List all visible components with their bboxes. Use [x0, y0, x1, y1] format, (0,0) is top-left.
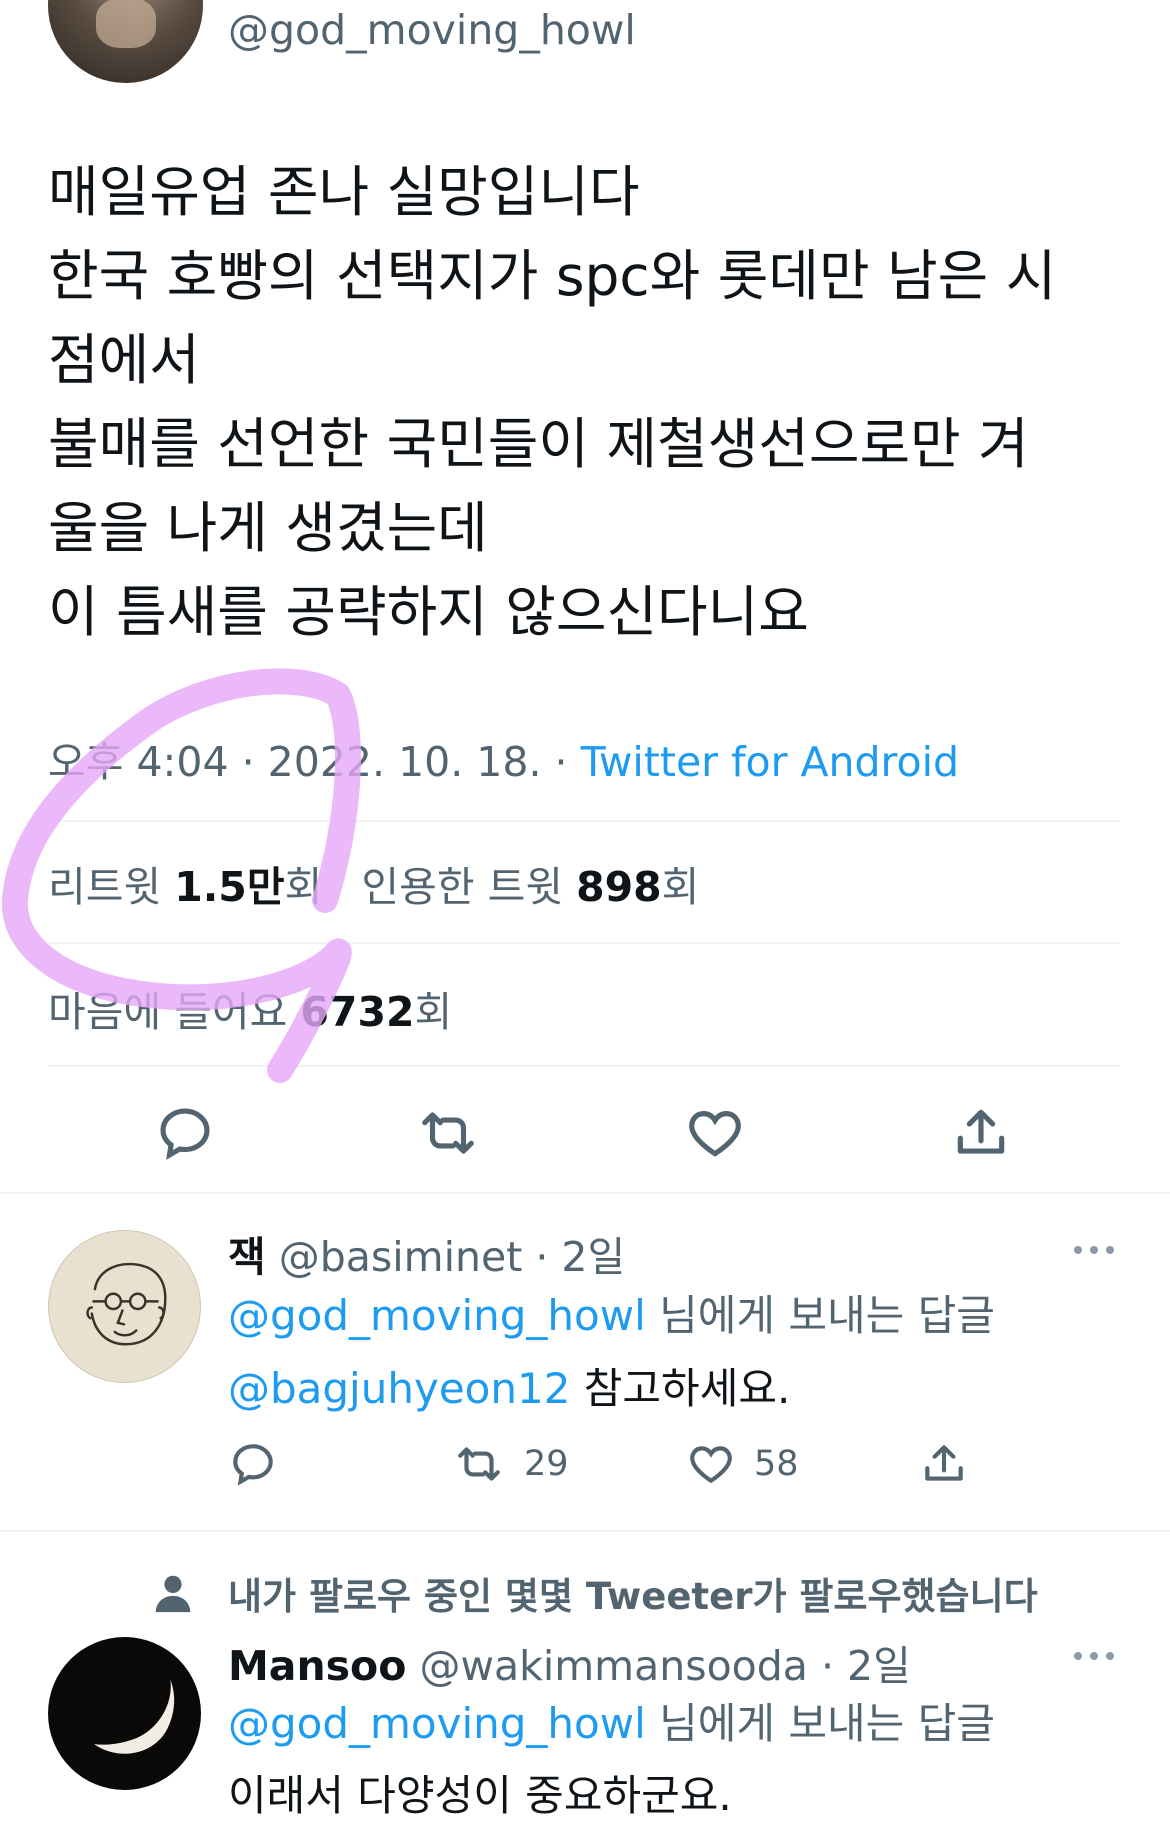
reply-reply-button[interactable]	[225, 1436, 281, 1492]
tweet-text: 매일유업 존나 실망입니다 한국 호빵의 선택지가 spc와 롯데만 남은 시 …	[48, 150, 1056, 654]
divider	[48, 820, 1120, 822]
reply-time: · 2일	[820, 1642, 911, 1690]
more-icon	[1074, 1246, 1114, 1254]
likes-stat[interactable]: 마음에 들어요 6732회	[48, 978, 452, 1038]
like-count: 6732	[300, 988, 415, 1036]
reply-author-name[interactable]: 잭	[228, 1233, 266, 1281]
section-divider	[0, 1530, 1170, 1532]
tweet-date: 2022. 10. 18.	[267, 738, 542, 786]
reply-like-button[interactable]: 58	[686, 1436, 799, 1492]
tweet-text-line: 매일유업 존나 실망입니다	[48, 160, 640, 224]
share-button[interactable]	[946, 1098, 1016, 1168]
person-icon	[150, 1570, 196, 1616]
tweet-text-line: 한국 호빵의 선택지가 spc와 롯데만 남은 시	[48, 244, 1057, 308]
reply-mention[interactable]: @bagjuhyeon12	[228, 1364, 570, 1413]
reply-retweet-count: 29	[524, 1444, 569, 1484]
reply-header: Mansoo @wakimmansooda · 2일	[228, 1632, 911, 1692]
replying-to: @god_moving_howl 님에게 보내는 답글	[228, 1291, 995, 1340]
retweet-quote-stats: 리트윗 1.5만회 인용한 트윗 898회	[48, 853, 699, 913]
quote-count: 898	[576, 863, 662, 911]
reply-button[interactable]	[150, 1098, 220, 1168]
divider	[48, 942, 1120, 944]
reply-author-handle[interactable]: @wakimmansooda	[419, 1642, 807, 1690]
reply-like-count: 58	[754, 1444, 799, 1484]
more-icon	[1074, 1652, 1114, 1660]
reply-author-handle[interactable]: @basiminet	[279, 1233, 523, 1281]
retweet-icon	[422, 1112, 474, 1154]
tweet-meta: 오후 4:04 · 2022. 10. 18. · Twitter for An…	[48, 738, 959, 786]
author-avatar[interactable]	[48, 0, 203, 83]
tweet-source-link[interactable]: Twitter for Android	[581, 738, 959, 786]
retweet-count: 1.5만	[174, 863, 285, 911]
section-divider	[0, 1192, 1170, 1194]
like-icon	[690, 1446, 732, 1484]
retweet-icon	[458, 1447, 500, 1481]
replying-to-mention[interactable]: @god_moving_howl	[228, 1291, 646, 1340]
tweet-text-line: 점에서	[48, 328, 200, 392]
author-handle[interactable]: @god_moving_howl	[228, 6, 636, 54]
replying-to: @god_moving_howl 님에게 보내는 답글	[228, 1699, 995, 1748]
reply-retweet-button[interactable]: 29	[452, 1436, 569, 1492]
reply-time: · 2일	[535, 1233, 626, 1281]
tweet-text-line: 이 틈새를 공략하지 않으신다니요	[48, 580, 809, 644]
reply-icon	[233, 1444, 273, 1486]
reply-avatar[interactable]	[48, 1637, 201, 1790]
social-context: 내가 팔로우 중인 몇몇 Tweeter가 팔로우했습니다	[228, 1575, 1038, 1618]
reply-author-name[interactable]: Mansoo	[228, 1642, 406, 1690]
more-options-button[interactable]	[1064, 1636, 1124, 1676]
crescent-moon-avatar-image	[93, 1679, 175, 1754]
like-button[interactable]	[680, 1098, 750, 1168]
doodle-face-avatar-image	[86, 1262, 167, 1346]
tweet-text-line: 울을 나게 생겼는데	[48, 496, 488, 560]
reply-header: 잭 @basiminet · 2일	[228, 1223, 625, 1283]
share-icon	[957, 1109, 1005, 1154]
reply-share-button[interactable]	[916, 1436, 972, 1492]
share-icon	[925, 1445, 963, 1481]
tweet-text-line: 불매를 선언한 국민들이 제철생선으로만 겨	[48, 412, 1029, 476]
quote-tweets-stat[interactable]: 인용한 트윗 898회	[361, 863, 699, 911]
reply-text: @bagjuhyeon12 참고하세요.	[228, 1364, 791, 1413]
replying-to-mention[interactable]: @god_moving_howl	[228, 1699, 646, 1748]
divider	[48, 1065, 1120, 1067]
more-options-button[interactable]	[1064, 1230, 1124, 1270]
tweet-time: 오후 4:04	[48, 738, 229, 786]
like-icon	[689, 1111, 741, 1157]
reply-icon	[160, 1108, 210, 1160]
retweet-button[interactable]	[413, 1098, 483, 1168]
reply-avatar[interactable]	[48, 1230, 201, 1383]
reply-text: 이래서 다양성이 중요하군요.	[228, 1771, 732, 1820]
retweets-stat[interactable]: 리트윗 1.5만회	[48, 863, 322, 911]
